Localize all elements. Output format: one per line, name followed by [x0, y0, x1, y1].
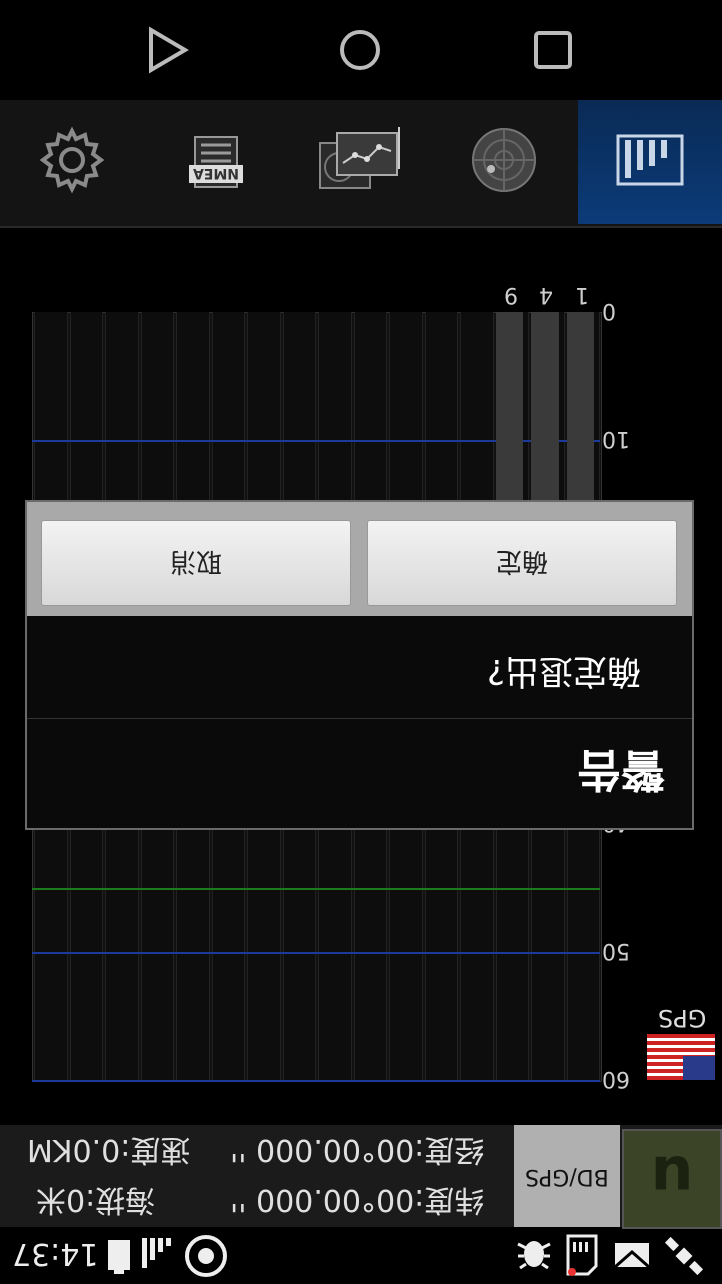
- satellite-id-label: 9: [503, 282, 518, 307]
- cancel-button[interactable]: 取消: [41, 520, 351, 606]
- satellite-icon: [664, 1236, 704, 1280]
- mode-button[interactable]: BD/GPS: [514, 1125, 620, 1227]
- usa-flag-icon: [647, 1034, 715, 1080]
- position-info-panel: u BD/GPS 经度:00°00.000 '' 速度:0.0KM 纬度:00°…: [0, 1125, 722, 1229]
- y-tick-label: 50: [602, 938, 630, 963]
- gear-icon: [37, 125, 107, 199]
- grid-line: [32, 888, 600, 890]
- status-bar: 14:37: [0, 1230, 722, 1282]
- dialog-button-row: 取消 确定: [27, 502, 692, 616]
- y-tick-label: 10: [602, 426, 630, 451]
- dialog-message: 确定退出?: [487, 651, 642, 691]
- grid-line: [32, 952, 600, 954]
- signal-strength-icon: [140, 1236, 176, 1276]
- svg-text:u: u: [651, 1142, 694, 1212]
- system-nav-bar: [0, 0, 722, 100]
- recents-square-icon[interactable]: [523, 20, 583, 80]
- radar-icon: [469, 125, 539, 199]
- app-logo: u: [622, 1129, 722, 1229]
- speed-text: 速度:0.0KM: [26, 1132, 190, 1167]
- latitude-text: 纬度:00°00.000 '': [230, 1182, 485, 1217]
- exit-confirm-dialog: 取消 确定 确定退出? 警告: [25, 500, 694, 830]
- bug-icon: [514, 1234, 554, 1280]
- tab-settings[interactable]: [0, 100, 144, 224]
- y-tick-label: 0: [602, 298, 616, 323]
- tab-nmea[interactable]: NMEA: [144, 100, 288, 224]
- gps-location-icon: [182, 1232, 230, 1284]
- tab-signal-bars[interactable]: [578, 100, 722, 224]
- longitude-text: 经度:00°00.000 '': [230, 1132, 485, 1167]
- sd-card-icon: [566, 1234, 598, 1280]
- grid-line: [32, 1080, 600, 1082]
- tab-radar[interactable]: [432, 100, 576, 224]
- mail-icon: [614, 1242, 650, 1272]
- satellite-id-label: 1: [574, 282, 589, 307]
- y-tick-label: 60: [602, 1066, 630, 1091]
- battery-icon: [106, 1238, 132, 1280]
- gps-label: GPS: [658, 1004, 707, 1032]
- altitude-text: 海拔:0米: [36, 1182, 156, 1217]
- nmea-document-icon: NMEA: [181, 125, 251, 199]
- clock-text: 14:37: [12, 1236, 99, 1271]
- home-circle-icon[interactable]: [330, 20, 390, 80]
- sky-chart-icon: [315, 125, 405, 199]
- ok-button[interactable]: 确定: [367, 520, 677, 606]
- tab-bar: NMEA: [0, 100, 722, 228]
- satellite-id-label: 4: [539, 282, 553, 307]
- signal-bars-icon: [615, 130, 685, 194]
- svg-text:NMEA: NMEA: [193, 165, 239, 181]
- dialog-divider: [27, 718, 692, 719]
- dialog-title: 警告: [577, 744, 665, 795]
- tab-sky-plot[interactable]: [288, 100, 432, 224]
- play-icon[interactable]: [136, 20, 196, 80]
